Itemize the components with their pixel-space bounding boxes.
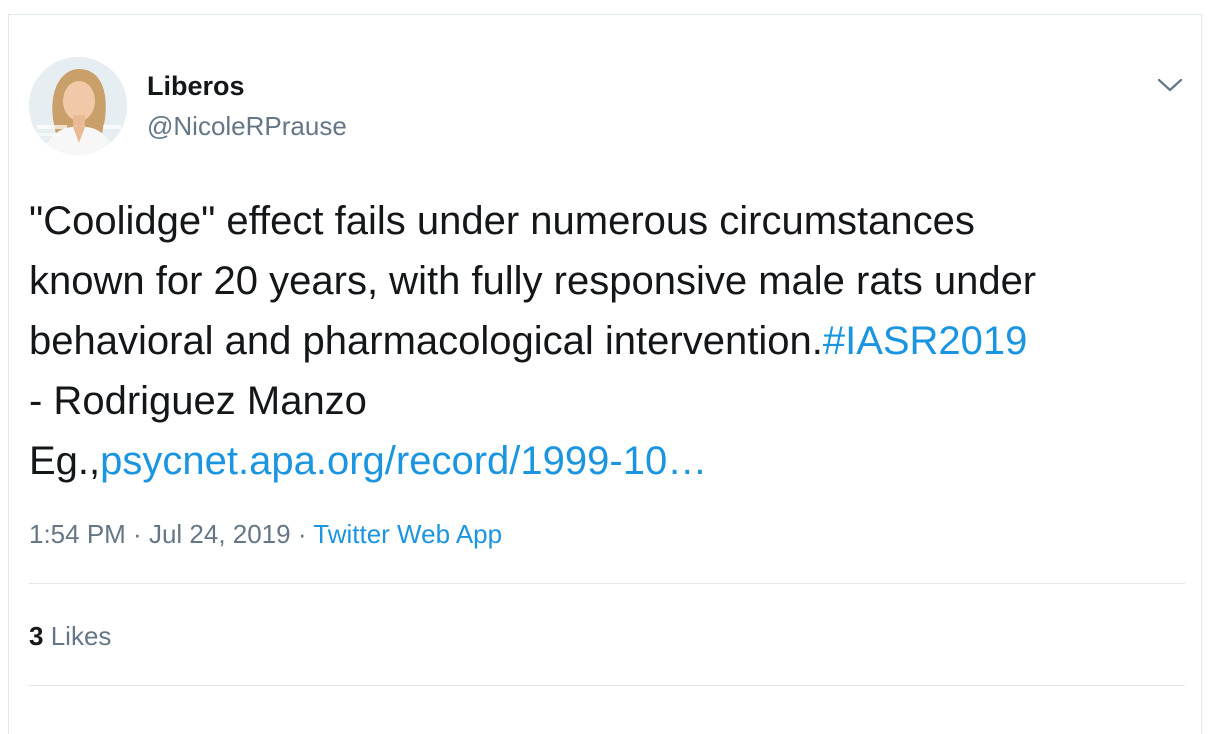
tweet-text-line-1: "Coolidge" effect fails under numerous c… [29, 199, 975, 243]
divider [29, 685, 1185, 686]
likes-stat[interactable]: 3 Likes [29, 621, 111, 652]
more-options-button[interactable] [1152, 67, 1188, 103]
tweet-meta: 1:54 PM · Jul 24, 2019 · Twitter Web App [29, 519, 502, 550]
url-link[interactable]: psycnet.apa.org/record/1999-10… [100, 439, 707, 483]
meta-separator: · [290, 519, 314, 549]
author-handle[interactable]: @NicoleRPrause [147, 111, 347, 142]
author-name[interactable]: Liberos [147, 71, 245, 102]
avatar[interactable] [29, 57, 127, 155]
tweet-text-line-5-prefix: Eg., [29, 439, 101, 483]
tweet-text-line-4: - Rodriguez Manzo [29, 379, 367, 423]
tweet-card: Liberos @NicoleRPrause "Coolidge" effect… [8, 14, 1202, 734]
tweet-time[interactable]: 1:54 PM [29, 519, 126, 549]
divider [29, 583, 1185, 584]
chevron-down-icon [1157, 78, 1183, 92]
tweet-text: "Coolidge" effect fails under numerous c… [29, 191, 1189, 491]
meta-separator: · [125, 519, 149, 549]
tweet-text-line-3-body: behavioral and pharmacological intervent… [29, 319, 823, 363]
likes-count: 3 [29, 621, 44, 651]
avatar-photo [29, 57, 127, 155]
tweet-source-link[interactable]: Twitter Web App [313, 519, 502, 549]
tweet-text-line-2: known for 20 years, with fully responsiv… [29, 259, 1037, 303]
tweet-date[interactable]: Jul 24, 2019 [149, 519, 291, 549]
tweet-text-line-3: behavioral and pharmacological intervent… [29, 311, 1189, 371]
hashtag-link[interactable]: #IASR2019 [823, 319, 1028, 363]
likes-label: Likes [50, 621, 112, 651]
tweet-text-line-5: Eg.,psycnet.apa.org/record/1999-10… [29, 431, 1189, 491]
